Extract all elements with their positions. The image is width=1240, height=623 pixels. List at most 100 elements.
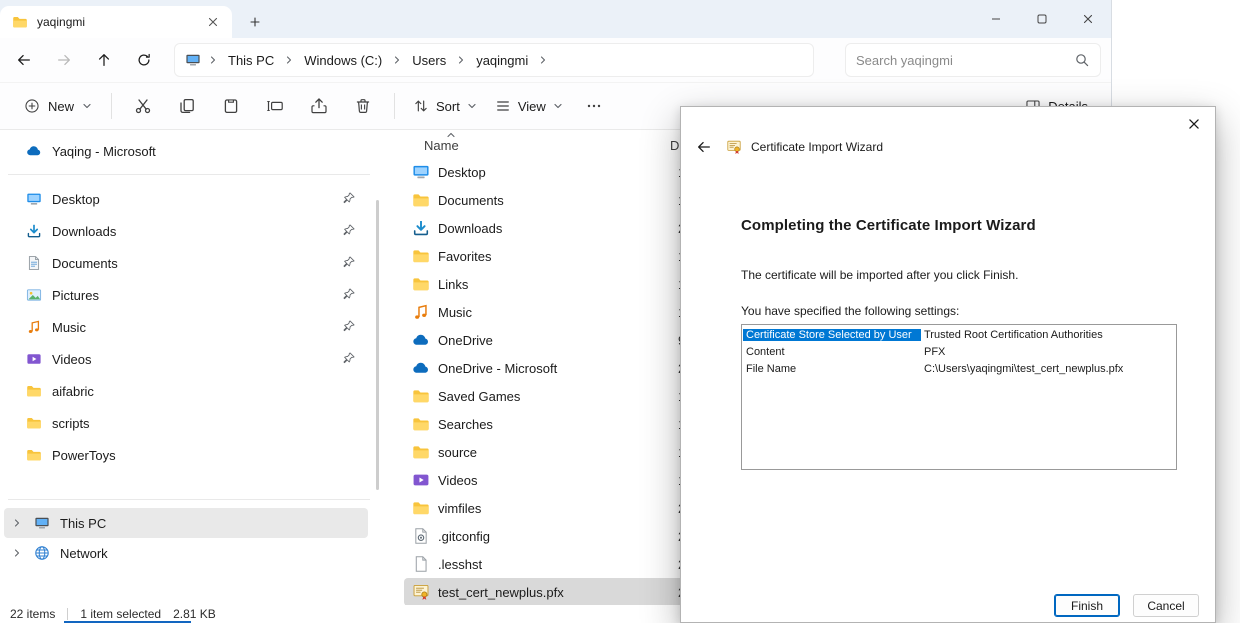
new-button[interactable]: New (14, 91, 102, 121)
chevron-right-icon (208, 55, 218, 65)
chevron-down-icon (467, 101, 477, 111)
file-icon (412, 415, 430, 433)
setting-key: Content (743, 346, 921, 358)
sidebar-item-network[interactable]: Network (4, 538, 368, 568)
tab-close-icon[interactable] (202, 11, 224, 33)
column-header-name[interactable]: Name (424, 138, 670, 153)
sidebar-item[interactable]: Documents (4, 247, 368, 279)
breadcrumb: This PC Windows (C:) Users yaqingmi (174, 43, 814, 77)
back-button[interactable] (4, 43, 44, 77)
new-label: New (48, 99, 74, 114)
dialog-close-button[interactable] (1179, 112, 1209, 136)
sidebar-item[interactable]: PowerToys (4, 439, 368, 471)
maximize-button[interactable] (1019, 0, 1065, 38)
breadcrumb-link[interactable]: Windows (C:) (301, 51, 385, 70)
share-button[interactable] (297, 88, 341, 124)
paste-button[interactable] (209, 88, 253, 124)
view-icon (495, 98, 511, 114)
sort-button[interactable]: Sort (404, 91, 486, 121)
settings-list: Certificate Store Selected by User Trust… (741, 324, 1177, 470)
forward-button[interactable] (44, 43, 84, 77)
sidebar-scrollbar[interactable] (376, 200, 379, 490)
sort-ascending-icon (446, 130, 456, 140)
file-name: Favorites (438, 249, 670, 264)
breadcrumb-item: This PC (208, 51, 277, 70)
breadcrumb-link[interactable]: This PC (225, 51, 277, 70)
file-name: Music (438, 305, 670, 320)
new-tab-button[interactable] (244, 11, 266, 33)
folder-icon (12, 14, 28, 30)
file-icon (412, 471, 430, 489)
chevron-right-icon (538, 55, 548, 65)
sidebar-item-label: Yaqing - Microsoft (52, 144, 156, 159)
breadcrumb-link[interactable]: Users (409, 51, 449, 70)
sidebar-item[interactable]: Pictures (4, 279, 368, 311)
more-options-button[interactable] (572, 88, 616, 124)
sidebar-item[interactable]: Downloads (4, 215, 368, 247)
sidebar-item-onedrive[interactable]: Yaqing - Microsoft (4, 136, 368, 166)
pin-icon (342, 223, 356, 237)
sidebar-item[interactable]: Desktop (4, 183, 368, 215)
settings-row[interactable]: Content PFX (743, 343, 1175, 360)
delete-button[interactable] (341, 88, 385, 124)
settings-row[interactable]: File Name C:\Users\yaqingmi\test_cert_ne… (743, 360, 1175, 377)
sidebar-item-label: aifabric (52, 384, 94, 399)
file-name: Saved Games (438, 389, 670, 404)
sidebar-item-label: Network (60, 546, 108, 561)
breadcrumb-link[interactable]: yaqingmi (473, 51, 531, 70)
copy-button[interactable] (165, 88, 209, 124)
breadcrumb-item: yaqingmi (456, 51, 531, 70)
file-name: Desktop (438, 165, 670, 180)
file-name: vimfiles (438, 501, 670, 516)
sidebar-item[interactable]: aifabric (4, 375, 368, 407)
refresh-button[interactable] (124, 43, 164, 77)
settings-row[interactable]: Certificate Store Selected by User Trust… (743, 326, 1175, 343)
sort-icon (413, 98, 429, 114)
sidebar-item-icon (26, 223, 42, 239)
sidebar-item[interactable]: Music (4, 311, 368, 343)
search-box[interactable] (845, 43, 1101, 77)
file-name: source (438, 445, 670, 460)
sidebar-item-icon (26, 383, 42, 399)
pin-icon (342, 287, 356, 301)
selection-count: 1 item selected (80, 607, 161, 621)
sidebar-divider (8, 174, 370, 175)
search-input[interactable] (856, 53, 1074, 68)
view-button[interactable]: View (486, 91, 572, 121)
expand-chevron-icon[interactable] (10, 518, 24, 528)
dialog-header: Certificate Import Wizard (681, 135, 1215, 165)
chevron-down-icon (553, 101, 563, 111)
onedrive-cloud-icon (26, 143, 42, 159)
file-name: OneDrive (438, 333, 670, 348)
dialog-back-button[interactable] (691, 135, 717, 159)
certificate-import-wizard-dialog: Certificate Import Wizard Completing the… (680, 106, 1216, 623)
certificate-icon (726, 139, 742, 155)
breadcrumb-item: Users (392, 51, 449, 70)
sidebar-item-icon (26, 191, 42, 207)
sidebar-item-icon (26, 447, 42, 463)
minimize-button[interactable] (973, 0, 1019, 38)
up-button[interactable] (84, 43, 124, 77)
cancel-button[interactable]: Cancel (1133, 594, 1199, 617)
file-icon (412, 331, 430, 349)
selection-size: 2.81 KB (173, 607, 216, 621)
sidebar-item-this-pc[interactable]: This PC (4, 508, 368, 538)
explorer-tab[interactable]: yaqingmi (0, 6, 232, 38)
sidebar-item-icon (26, 351, 42, 367)
sidebar-item[interactable]: Videos (4, 343, 368, 375)
sidebar-item-icon (26, 287, 42, 303)
cut-button[interactable] (121, 88, 165, 124)
finish-button[interactable]: Finish (1054, 594, 1120, 617)
file-name: Searches (438, 417, 670, 432)
setting-value: PFX (921, 346, 945, 358)
pin-icon (342, 191, 356, 205)
wizard-intro-text: The certificate will be imported after y… (741, 268, 1175, 282)
rename-button[interactable] (253, 88, 297, 124)
sidebar-item-label: Pictures (52, 288, 99, 303)
paste-icon (222, 97, 240, 115)
expand-chevron-icon[interactable] (10, 548, 24, 558)
sidebar-item[interactable]: scripts (4, 407, 368, 439)
close-button[interactable] (1065, 0, 1111, 38)
file-name: Documents (438, 193, 670, 208)
breadcrumb-items: This PC Windows (C:) Users yaqingmi (208, 51, 531, 70)
